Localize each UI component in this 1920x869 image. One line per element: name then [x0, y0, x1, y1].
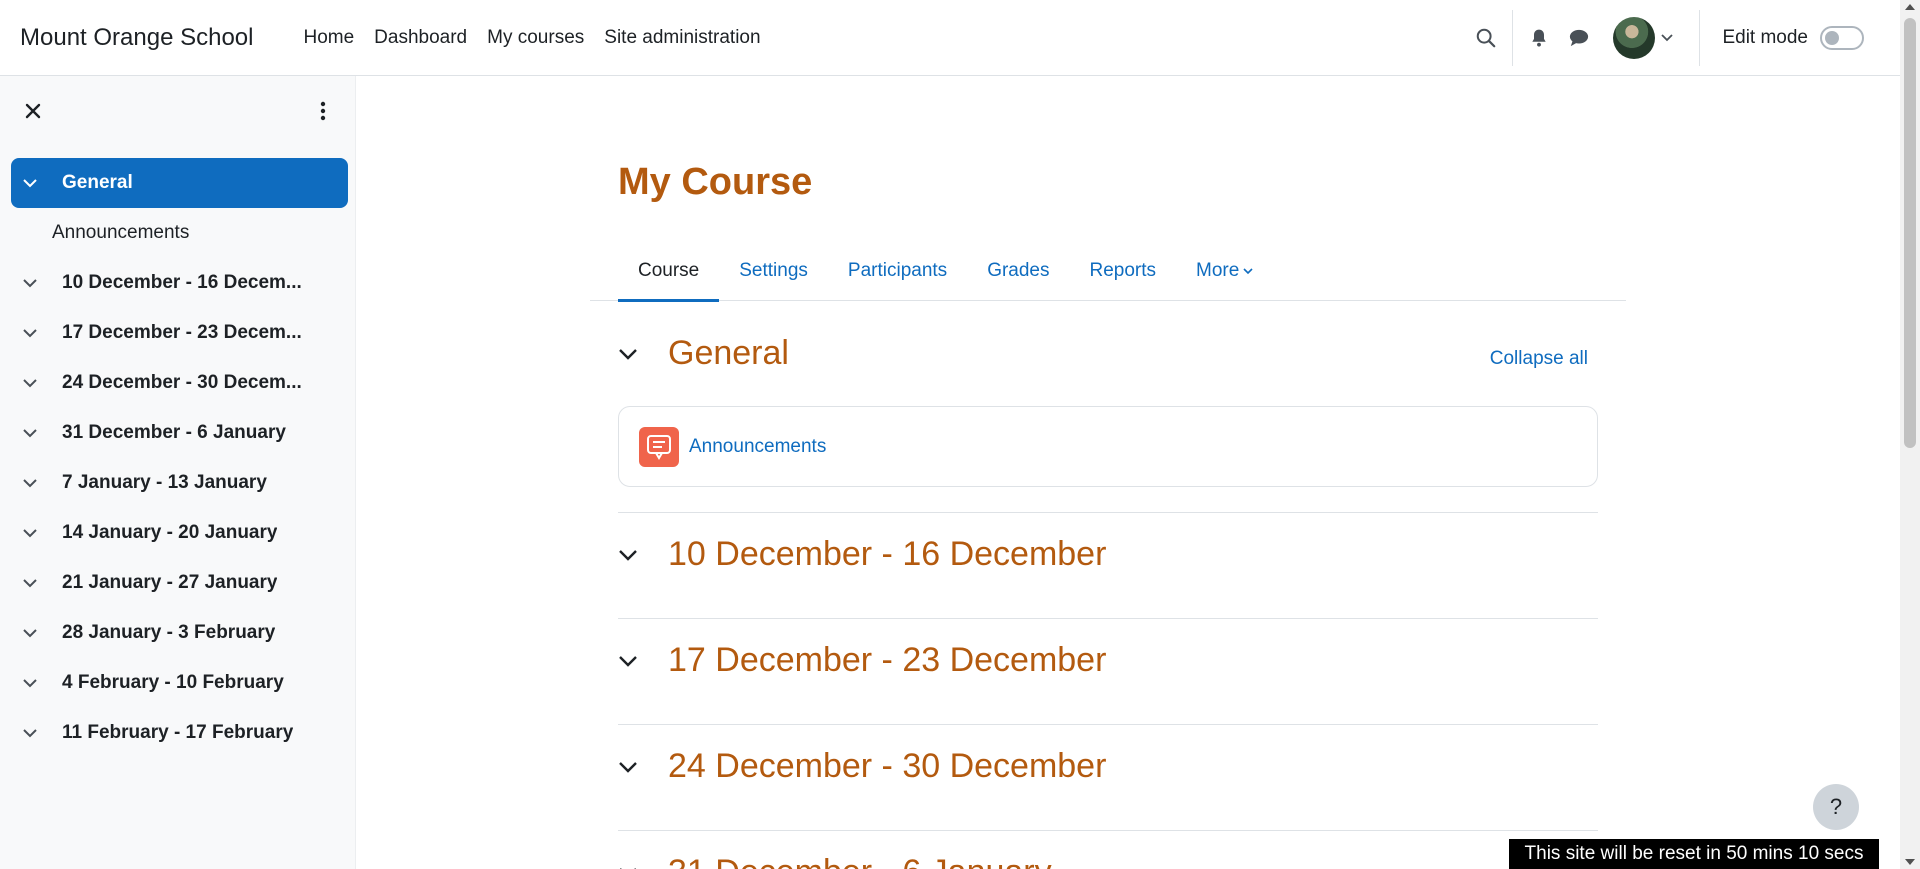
- site-brand[interactable]: Mount Orange School: [20, 24, 253, 52]
- section-divider: [618, 618, 1598, 619]
- chevron-down-icon[interactable]: [23, 628, 43, 638]
- course-index-drawer: General Announcements 10 December - 16 D…: [0, 76, 356, 869]
- scroll-up-arrow-icon[interactable]: [1905, 4, 1915, 10]
- course-section: 17 December - 23 December: [618, 641, 1598, 680]
- search-icon[interactable]: [1466, 18, 1506, 58]
- edit-mode-control: Edit mode: [1722, 26, 1864, 50]
- index-activity-announcements[interactable]: Announcements: [11, 208, 348, 258]
- chevron-down-icon[interactable]: [618, 655, 650, 667]
- tab-reports[interactable]: Reports: [1070, 241, 1177, 301]
- edit-mode-label: Edit mode: [1722, 27, 1808, 48]
- chevron-down-icon[interactable]: [23, 328, 43, 338]
- chevron-down-icon[interactable]: [23, 578, 43, 588]
- close-drawer-icon[interactable]: [20, 98, 46, 124]
- index-section-label: General: [62, 172, 133, 193]
- navbar-right-tools: Edit mode: [1466, 0, 1900, 76]
- chevron-down-icon[interactable]: [23, 178, 43, 188]
- index-section[interactable]: 17 December - 23 Decem...: [11, 308, 348, 358]
- course-index: General Announcements 10 December - 16 D…: [11, 158, 348, 758]
- chevron-down-icon[interactable]: [23, 278, 43, 288]
- page-title: My Course: [618, 161, 813, 203]
- index-section-label: 17 December - 23 Decem...: [62, 322, 302, 343]
- index-section[interactable]: 7 January - 13 January: [11, 458, 348, 508]
- index-section[interactable]: 21 January - 27 January: [11, 558, 348, 608]
- chevron-down-icon[interactable]: [23, 728, 43, 738]
- index-section-label: 28 January - 3 February: [62, 622, 276, 643]
- scroll-down-arrow-icon[interactable]: [1905, 859, 1915, 865]
- chevron-down-icon[interactable]: [618, 761, 650, 773]
- section-title[interactable]: 10 December - 16 December: [668, 535, 1106, 574]
- chevron-down-icon: [1243, 267, 1253, 275]
- chevron-down-icon[interactable]: [23, 478, 43, 488]
- tab-participants[interactable]: Participants: [828, 241, 967, 301]
- activity-announcements[interactable]: Announcements: [618, 406, 1598, 487]
- tab-more-label: More: [1196, 260, 1240, 281]
- nav-my-courses-link[interactable]: My courses: [477, 27, 594, 49]
- tab-settings[interactable]: Settings: [719, 241, 828, 301]
- index-section-label: 14 January - 20 January: [62, 522, 278, 543]
- index-section-label: 10 December - 16 Decem...: [62, 272, 302, 293]
- collapse-all-link[interactable]: Collapse all: [1490, 348, 1588, 370]
- index-section[interactable]: 4 February - 10 February: [11, 658, 348, 708]
- section-header: 10 December - 16 December: [618, 535, 1598, 574]
- chevron-down-icon[interactable]: [618, 549, 650, 561]
- index-section[interactable]: 24 December - 30 Decem...: [11, 358, 348, 408]
- help-button[interactable]: ?: [1813, 784, 1859, 830]
- index-section[interactable]: 14 January - 20 January: [11, 508, 348, 558]
- index-section-label: 4 February - 10 February: [62, 672, 284, 693]
- section-title[interactable]: 17 December - 23 December: [668, 641, 1106, 680]
- navbar-divider: [1699, 10, 1701, 66]
- chevron-down-icon[interactable]: [23, 378, 43, 388]
- forum-icon: [639, 426, 679, 467]
- site-reset-banner: This site will be reset in 50 mins 10 se…: [1509, 839, 1879, 869]
- index-section-label: 7 January - 13 January: [62, 472, 267, 493]
- bell-icon[interactable]: [1519, 18, 1559, 58]
- course-section-general: General Collapse all: [618, 334, 1598, 373]
- section-divider: [618, 830, 1598, 831]
- index-section-label: 31 December - 6 January: [62, 422, 286, 443]
- section-divider: [618, 724, 1598, 725]
- course-section: 10 December - 16 December: [618, 535, 1598, 574]
- chevron-down-icon[interactable]: [23, 678, 43, 688]
- activity-name[interactable]: Announcements: [689, 436, 826, 458]
- chevron-down-icon[interactable]: [618, 348, 650, 360]
- index-section[interactable]: 28 January - 3 February: [11, 608, 348, 658]
- scrollbar-thumb[interactable]: [1904, 18, 1916, 448]
- index-section-label: 21 January - 27 January: [62, 572, 278, 593]
- index-section[interactable]: 10 December - 16 Decem...: [11, 258, 348, 308]
- kebab-menu-icon[interactable]: [310, 98, 336, 124]
- tab-course[interactable]: Course: [618, 241, 720, 302]
- edit-mode-toggle[interactable]: [1820, 26, 1864, 50]
- section-title[interactable]: 31 December - 6 January: [668, 853, 1052, 869]
- section-divider: [618, 512, 1598, 513]
- nav-dashboard-link[interactable]: Dashboard: [364, 27, 477, 49]
- tab-grades[interactable]: Grades: [967, 241, 1069, 301]
- chevron-down-icon[interactable]: [23, 428, 43, 438]
- section-title[interactable]: 24 December - 30 December: [668, 747, 1106, 786]
- index-section[interactable]: 31 December - 6 January: [11, 408, 348, 458]
- section-header: 17 December - 23 December: [618, 641, 1598, 680]
- primary-navigation: Home Dashboard My courses Site administr…: [293, 27, 770, 49]
- section-header: 24 December - 30 December: [618, 747, 1598, 786]
- index-section[interactable]: 11 February - 17 February: [11, 708, 348, 758]
- section-header: General: [618, 334, 1598, 373]
- nav-home-link[interactable]: Home: [293, 27, 364, 49]
- index-section-label: 11 February - 17 February: [62, 722, 294, 743]
- page-scrollbar[interactable]: [1900, 0, 1920, 869]
- index-section-label: 24 December - 30 Decem...: [62, 372, 302, 393]
- course-section: 24 December - 30 December: [618, 747, 1598, 786]
- nav-site-administration-link[interactable]: Site administration: [594, 27, 770, 49]
- chevron-down-icon[interactable]: [23, 528, 43, 538]
- section-header: 31 December - 6 January: [618, 853, 1598, 869]
- user-avatar[interactable]: [1613, 17, 1656, 59]
- top-navbar: Mount Orange School Home Dashboard My co…: [0, 0, 1900, 76]
- course-section: 31 December - 6 January: [618, 853, 1598, 869]
- tab-more[interactable]: More: [1176, 241, 1273, 301]
- index-section-general[interactable]: General: [11, 158, 348, 208]
- section-title[interactable]: General: [668, 334, 789, 373]
- chat-icon[interactable]: [1559, 18, 1599, 58]
- user-menu-chevron-down-icon[interactable]: [1661, 29, 1674, 47]
- navbar-divider: [1512, 10, 1514, 66]
- secondary-navigation-tabs: Course Settings Participants Grades Repo…: [590, 241, 1626, 302]
